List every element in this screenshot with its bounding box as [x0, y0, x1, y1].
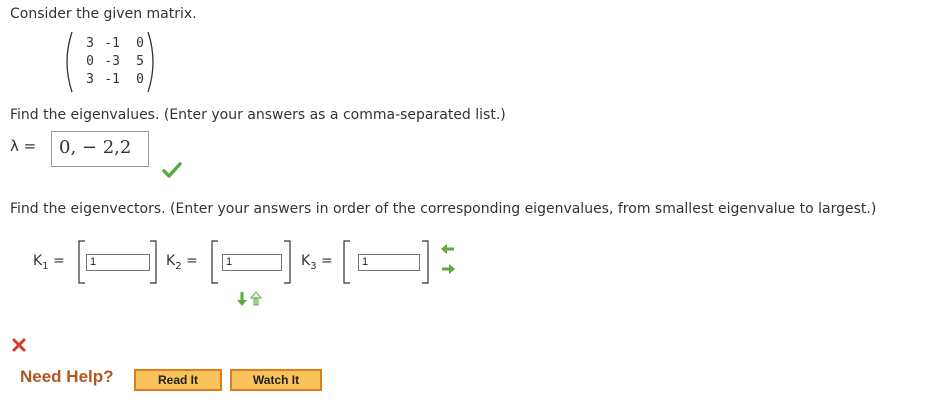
lambda-label: λ =	[10, 137, 37, 155]
eigenvalues-prompt: Find the eigenvalues. (Enter your answer…	[10, 107, 506, 123]
eigenvector-k3-input[interactable]: 1	[358, 254, 420, 271]
matrix-cell: 3	[86, 72, 94, 87]
matrix-cell: -1	[104, 72, 120, 87]
eigenvectors-prompt: Find the eigenvectors. (Enter your answe…	[10, 201, 877, 217]
question-intro: Consider the given matrix.	[10, 6, 197, 22]
matrix-cell: 0	[86, 54, 94, 69]
matrix-cell: 0	[136, 36, 144, 51]
vector-bracket-right	[422, 240, 429, 284]
add-remove-column-arrows-icon[interactable]	[236, 291, 270, 307]
matrix-cell: 3	[86, 36, 94, 51]
matrix-cell: -3	[104, 54, 120, 69]
eigenvector-label-k2: K2 =	[166, 253, 198, 272]
read-it-button[interactable]: Read It	[134, 369, 222, 391]
watch-it-button[interactable]: Watch It	[230, 369, 322, 391]
eigenvector-label-k1: K1 =	[33, 253, 65, 272]
eigenvector-k2-input[interactable]: 1	[222, 254, 282, 271]
vector-bracket-left	[211, 240, 218, 284]
matrix-cell: -1	[104, 36, 120, 51]
need-help-label: Need Help?	[20, 367, 114, 386]
add-remove-row-arrows-icon[interactable]	[440, 243, 456, 277]
matrix: 3 -1 0 0 -3 5 3 -1 0	[62, 30, 158, 94]
eigenvector-label-k3: K3 =	[301, 253, 333, 272]
matrix-cell: 5	[136, 54, 144, 69]
eigenvalues-answer-field[interactable]: 0, − 2,2	[51, 131, 149, 167]
checkmark-icon	[162, 162, 182, 182]
vector-bracket-right	[150, 240, 157, 284]
matrix-cell: 0	[136, 72, 144, 87]
vector-bracket-right	[284, 240, 291, 284]
vector-bracket-left	[343, 240, 350, 284]
eigenvector-k1-input[interactable]: 1	[86, 254, 150, 271]
cross-icon	[12, 338, 26, 356]
